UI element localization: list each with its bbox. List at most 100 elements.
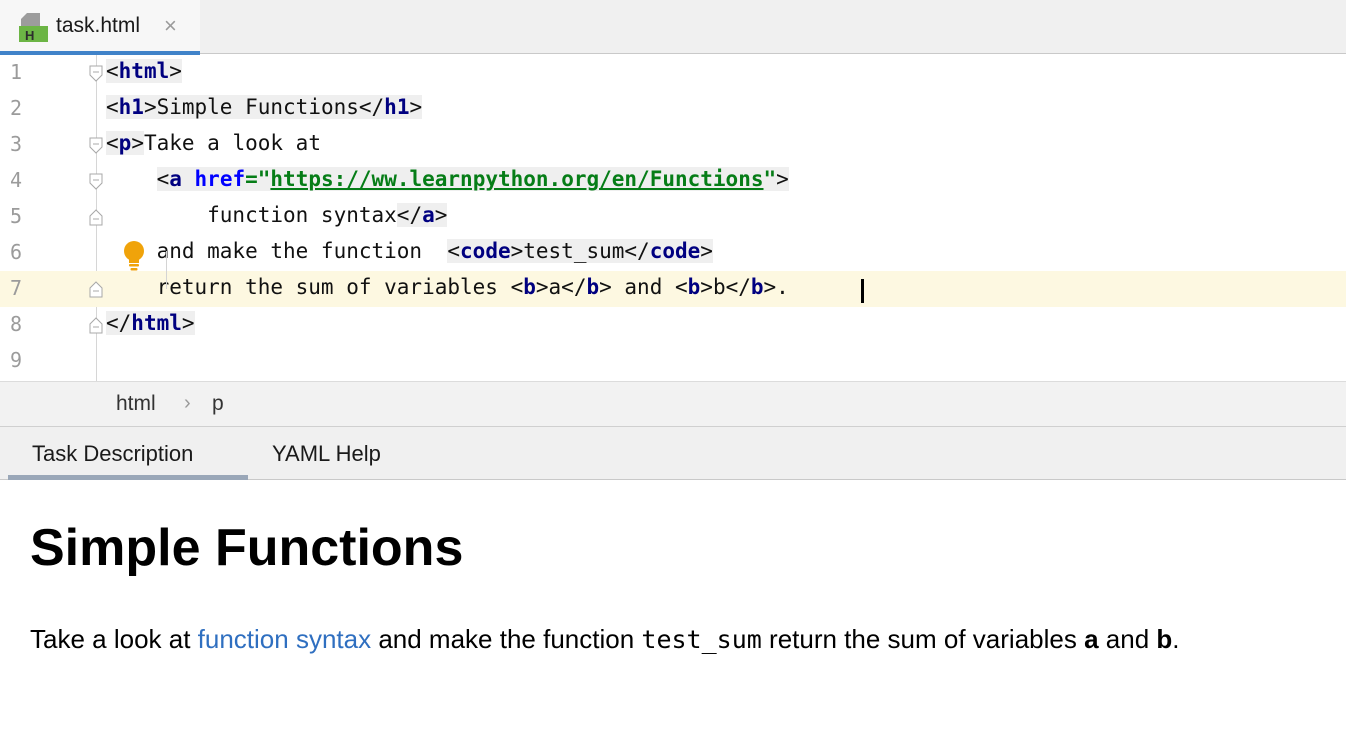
code-token: html: [118, 59, 170, 83]
code-token: h1: [118, 95, 144, 119]
line-number: 5: [10, 204, 23, 228]
tab-yaml-help[interactable]: YAML Help: [272, 441, 381, 467]
tool-window-tabs: Task Description YAML Help: [0, 427, 1346, 480]
code-token: b: [687, 275, 701, 299]
code-token: >.: [763, 275, 789, 299]
code-token: b: [523, 275, 536, 299]
code-token: a: [422, 203, 435, 227]
code-token: a: [169, 167, 195, 191]
fold-marker-icon[interactable]: [89, 317, 103, 334]
code-token: function syntax: [106, 203, 397, 227]
code-token: =": [245, 167, 271, 191]
task-description-panel: Simple Functions Take a look at function…: [0, 480, 1346, 740]
code-token: b: [750, 275, 764, 299]
code-token: <: [106, 95, 119, 119]
fold-marker-icon[interactable]: [89, 65, 103, 82]
code-text: <p>Take a look at: [106, 131, 321, 155]
variable-a: a: [1084, 624, 1099, 654]
code-token: https://ww.learnpython.org/en/Functions: [270, 167, 764, 191]
code-token: >: [169, 59, 182, 83]
code-token: b: [586, 275, 600, 299]
description-text: and make the function: [371, 624, 642, 654]
code-token: h1: [384, 95, 410, 119]
tab-task-html[interactable]: H task.html ×: [0, 0, 200, 55]
code-token: >: [181, 311, 195, 335]
inline-code: test_sum: [641, 625, 762, 654]
description-text: Take a look at: [30, 624, 198, 654]
code-token: > and <: [599, 275, 688, 299]
code-token: </: [396, 203, 423, 227]
indent-guide: [166, 251, 167, 289]
code-line-4: 4 <a href="https://ww.learnpython.org/en…: [0, 163, 1346, 199]
line-number: 8: [10, 312, 23, 336]
tab-title: task.html: [56, 14, 141, 37]
close-icon[interactable]: ×: [164, 13, 177, 39]
fold-marker-icon[interactable]: [89, 209, 103, 226]
line-number: 2: [10, 96, 23, 120]
code-token: html: [131, 311, 182, 335]
code-line-5: 5 function syntax</a>: [0, 199, 1346, 235]
line-number: 9: [10, 348, 23, 372]
code-text: <html>: [106, 59, 182, 83]
tab-task-description[interactable]: Task Description: [32, 441, 193, 467]
code-token: >a</: [535, 275, 587, 299]
code-token: >b</: [700, 275, 751, 299]
code-token: <: [106, 59, 119, 83]
fold-marker-icon[interactable]: [89, 137, 103, 154]
code-token: code: [460, 239, 511, 263]
svg-text:H: H: [25, 28, 34, 42]
breadcrumb: html › p: [0, 381, 1346, 427]
code-line-8: 8 </html>: [0, 307, 1346, 343]
code-token: href: [194, 167, 246, 191]
line-number: 7: [10, 276, 23, 300]
code-token: <: [510, 275, 524, 299]
description-text: .: [1172, 624, 1180, 654]
code-token: >: [776, 167, 789, 191]
code-token: <: [447, 239, 461, 263]
code-text: </html>: [106, 311, 195, 335]
code-line-9: 9: [0, 343, 1346, 379]
code-token: >: [131, 131, 144, 155]
code-line-1: 1 <html>: [0, 55, 1346, 91]
code-text: and make the function <code>test_sum</co…: [106, 239, 713, 263]
editor-tab-bar: H task.html ×: [0, 0, 1346, 55]
code-text: <h1>Simple Functions</h1>: [106, 95, 423, 119]
code-text: <a href="https://ww.learnpython.org/en/F…: [106, 167, 789, 191]
chevron-right-icon: ›: [184, 392, 191, 414]
description-text: and: [1098, 624, 1157, 654]
page-title: Simple Functions: [30, 519, 464, 577]
code-token: </: [106, 311, 132, 335]
code-token: <: [106, 131, 119, 155]
variable-b: b: [1156, 624, 1173, 654]
code-token: >: [700, 239, 713, 263]
line-number: 4: [10, 168, 23, 192]
code-token: >: [434, 203, 448, 227]
fold-marker-icon[interactable]: [89, 281, 103, 298]
description-paragraph: Take a look at function syntax and make …: [30, 624, 1330, 655]
code-token: code: [649, 239, 701, 263]
line-number: 3: [10, 132, 23, 156]
code-token: >Simple Functions</: [143, 95, 385, 119]
code-editor[interactable]: 1 <html> 2 <h1>Simple Functions</h1> 3 <…: [0, 55, 1346, 381]
text-caret: [861, 279, 864, 303]
code-token: and make the function: [106, 239, 448, 263]
breadcrumb-item-p[interactable]: p: [212, 392, 224, 416]
html-file-icon: H: [19, 13, 48, 42]
code-text: return the sum of variables <b>a</b> and…: [106, 275, 789, 299]
code-token: >: [409, 95, 423, 119]
intention-bulb-icon[interactable]: [122, 240, 146, 272]
code-line-2: 2 <h1>Simple Functions</h1>: [0, 91, 1346, 127]
line-number: 6: [10, 240, 23, 264]
code-token: <: [156, 167, 170, 191]
code-line-6: 6 and make the function <code>test_sum</…: [0, 235, 1346, 271]
breadcrumb-item-html[interactable]: html: [116, 392, 156, 416]
code-line-3: 3 <p>Take a look at: [0, 127, 1346, 163]
code-text: function syntax</a>: [106, 203, 448, 227]
code-token: Take a look at: [143, 131, 321, 155]
description-text: return the sum of variables: [761, 624, 1085, 654]
function-syntax-link[interactable]: function syntax: [198, 624, 371, 654]
code-token: p: [118, 131, 132, 155]
fold-marker-icon[interactable]: [89, 173, 103, 190]
code-line-7-current: 7 return the sum of variables <b>a</b> a…: [0, 271, 1346, 307]
